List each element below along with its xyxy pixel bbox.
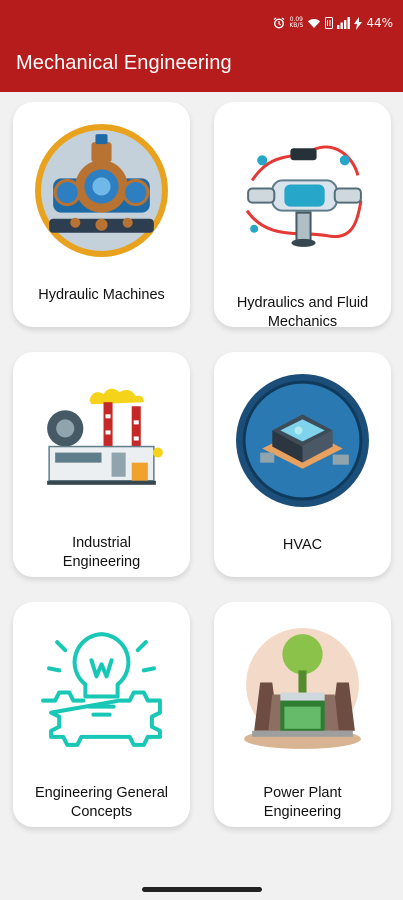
home-indicator[interactable] xyxy=(142,887,262,892)
power-plant-icon xyxy=(244,628,361,749)
wifi-icon xyxy=(307,16,321,30)
card-label: Hydraulic Machines xyxy=(38,287,165,303)
app-bar: 0.09 KB/S 44% Mechanical Engineering xyxy=(0,0,403,92)
hydraulic-machine-icon xyxy=(35,124,168,257)
card-label: Industrial Engineering xyxy=(62,535,141,570)
card-hydraulics-fluid-mechanics[interactable]: Hydraulics and Fluid Mechanics xyxy=(214,102,391,330)
volte-icon xyxy=(325,16,334,30)
card-hvac[interactable]: HVAC xyxy=(214,352,391,577)
network-speed: 0.09 KB/S xyxy=(289,16,304,29)
card-industrial-engineering[interactable]: Industrial Engineering xyxy=(13,352,190,577)
card-label: HVAC xyxy=(282,537,323,553)
card-label: Engineering General Concepts xyxy=(34,785,168,820)
lightbulb-gear-icon xyxy=(41,632,162,747)
factory-icon xyxy=(47,388,163,485)
card-engineering-general-concepts[interactable]: Engineering General Concepts xyxy=(13,602,190,827)
status-bar: 0.09 KB/S 44% xyxy=(273,12,393,34)
card-hydraulic-machines[interactable]: Hydraulic Machines xyxy=(13,102,190,327)
card-power-plant-engineering[interactable]: Power Plant Engineering xyxy=(214,602,391,827)
fluid-pipeline-icon xyxy=(245,145,363,247)
battery-percent: 44% xyxy=(366,16,393,30)
card-label: Power Plant Engineering xyxy=(263,785,342,820)
card-label: Hydraulics and Fluid Mechanics xyxy=(236,295,369,330)
alarm-icon xyxy=(273,16,285,30)
hvac-unit-icon xyxy=(236,374,369,507)
signal-icon xyxy=(337,16,351,30)
charging-icon xyxy=(354,16,363,30)
page-title: Mechanical Engineering xyxy=(16,52,232,74)
